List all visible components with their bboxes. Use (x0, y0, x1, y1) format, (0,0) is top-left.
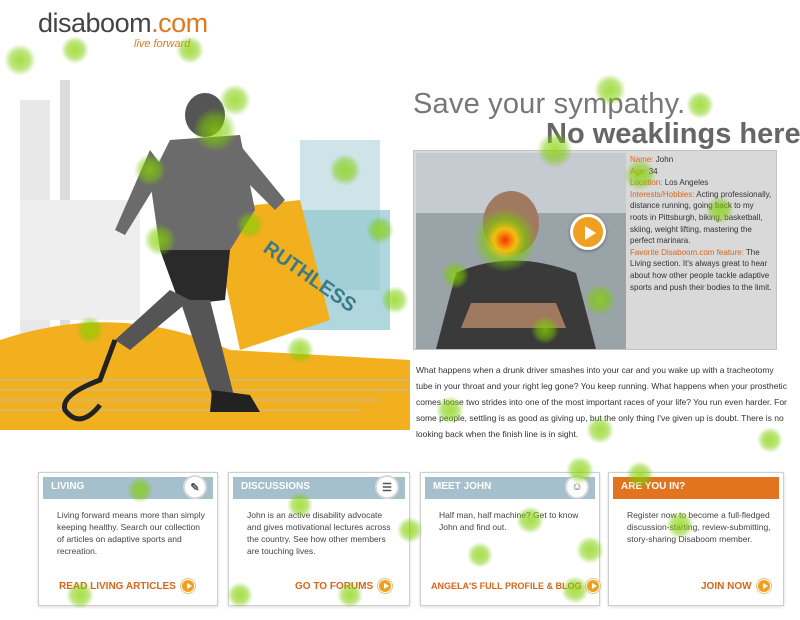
full-profile-blog-link[interactable]: ANGELA'S FULL PROFILE & BLOG (431, 579, 601, 593)
arrow-right-icon (586, 579, 601, 593)
story-paragraph: What happens when a drunk driver smashes… (416, 365, 787, 439)
play-video-button[interactable] (570, 214, 606, 250)
card-discussions-body: John is an active disability advocate an… (247, 510, 391, 556)
card-discussions-header: DISCUSSIONS ☰ (233, 475, 405, 499)
heat-spot (686, 91, 714, 119)
profile-feature-row: Favorite Disaboom.com feature: The Livin… (630, 247, 772, 292)
card-meet-john-body: Half man, half machine? Get to know John… (439, 510, 579, 532)
logo-wordmark: disaboom.com (38, 8, 208, 38)
card-living: LIVING ✎ Living forward means more than … (38, 472, 218, 606)
pencil-icon: ✎ (183, 475, 207, 499)
hero-athlete-image: RUTHLESS (0, 50, 410, 470)
arrow-right-icon (756, 579, 771, 593)
arrow-right-icon (378, 579, 393, 593)
logo-tagline: live forward (134, 38, 191, 50)
people-icon: ☺ (565, 475, 589, 499)
profile-details: Name: John Age: 34 Location: Los Angeles… (630, 154, 772, 293)
card-are-you-in: ARE YOU IN? Register now to become a ful… (608, 472, 784, 606)
profile-location-row: Location: Los Angeles (630, 178, 709, 188)
headline-line-1: Save your sympathy. (413, 88, 686, 120)
card-meet-john-header: MEET JOHN ☺ (425, 475, 595, 499)
go-to-forums-link[interactable]: GO TO FORUMS (295, 579, 393, 593)
profile-name-row: Name: John (630, 155, 674, 164)
john-profile-photo (416, 153, 626, 349)
headline-line-2: No weaklings here. (546, 118, 800, 150)
profile-age-row: Age: 34 (630, 166, 658, 176)
arrow-right-icon (180, 579, 195, 593)
card-living-header: LIVING ✎ (43, 475, 213, 499)
document-icon: ☰ (375, 475, 399, 499)
profile-interests-row: Interests/Hobbies: Acting professionally… (630, 189, 772, 246)
card-living-body: Living forward means more than simply ke… (57, 510, 205, 556)
card-are-you-in-body: Register now to become a full-fledged di… (627, 510, 771, 544)
read-living-articles-link[interactable]: READ LIVING ARTICLES (59, 579, 195, 593)
card-discussions: DISCUSSIONS ☰ John is an active disabili… (228, 472, 410, 606)
card-meet-john: MEET JOHN ☺ Half man, half machine? Get … (420, 472, 601, 606)
card-are-you-in-header: ARE YOU IN? (613, 477, 779, 499)
site-logo[interactable]: disaboom.com live forward (38, 8, 208, 50)
join-now-link[interactable]: JOIN NOW (701, 579, 771, 593)
